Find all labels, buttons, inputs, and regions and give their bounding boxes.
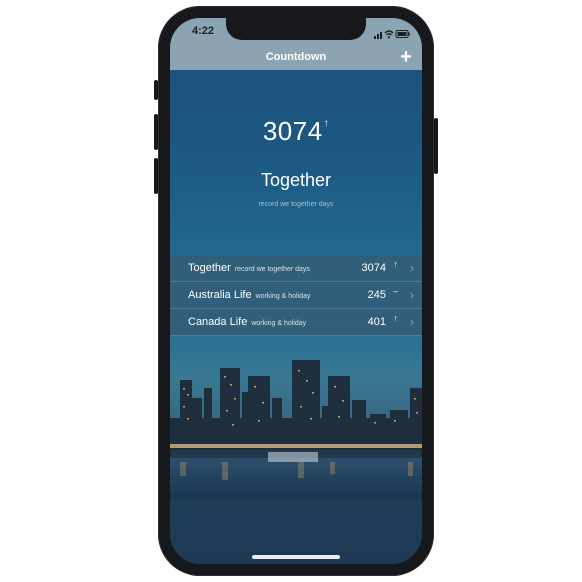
battery-icon (395, 30, 410, 38)
add-button[interactable]: + (396, 46, 416, 68)
navigation-bar: Countdown + (170, 46, 422, 70)
hero-title: Together (260, 170, 332, 190)
wifi-icon (384, 30, 394, 39)
status-time: 4:22 (192, 25, 215, 37)
city-skyline-image (170, 360, 422, 498)
list-item-together[interactable]: Together record we together days 3074 ↑ › (170, 255, 422, 282)
list-item-title: Canada Life (188, 316, 248, 328)
volume-button (154, 80, 158, 100)
hero-subtitle: record we together days (258, 201, 334, 208)
list-item-subtitle: record we together days (234, 266, 310, 273)
chevron-right-icon: › (410, 261, 414, 275)
up-arrow-icon: ↑ (323, 118, 330, 129)
hero-number-value: 3074 (262, 116, 323, 146)
nav-title: Countdown (265, 51, 327, 63)
power-button (434, 118, 438, 174)
countdown-list: Together record we together days 3074 ↑ ›… (170, 255, 422, 336)
list-item-title-wrap: Canada Life working & holiday (188, 316, 306, 328)
list-item-subtitle: working & holiday (251, 320, 307, 327)
volume-down-button (154, 158, 158, 194)
list-item-title-wrap: Together record we together days (188, 262, 310, 274)
hero-day-count: 3074↑ (170, 116, 422, 147)
notch (226, 18, 366, 40)
list-item-value: 245 (367, 289, 386, 301)
volume-up-button (154, 114, 158, 150)
app-screen: 4:22 Countdown + 3074↑ Together record w… (170, 18, 422, 564)
up-arrow-icon: ↑ (393, 313, 399, 323)
status-icons (374, 26, 410, 39)
home-indicator (252, 555, 340, 559)
list-item-title: Australia Life (188, 289, 252, 301)
plus-icon: + (400, 46, 412, 68)
signal-icon (374, 32, 382, 39)
list-item-value: 3074 (361, 262, 386, 274)
list-item-value: 401 (367, 316, 386, 328)
up-arrow-icon: ↑ (393, 259, 399, 269)
list-item-subtitle: working & holiday (255, 293, 311, 300)
list-item-title: Together (188, 262, 231, 274)
chevron-right-icon: › (410, 288, 414, 302)
list-item-title-wrap: Australia Life working & holiday (188, 289, 310, 301)
list-item-australia-life[interactable]: Australia Life working & holiday 245 – › (170, 282, 422, 309)
chevron-right-icon: › (410, 315, 414, 329)
dash-icon: – (392, 286, 398, 296)
list-item-canada-life[interactable]: Canada Life working & holiday 401 ↑ › (170, 309, 422, 336)
